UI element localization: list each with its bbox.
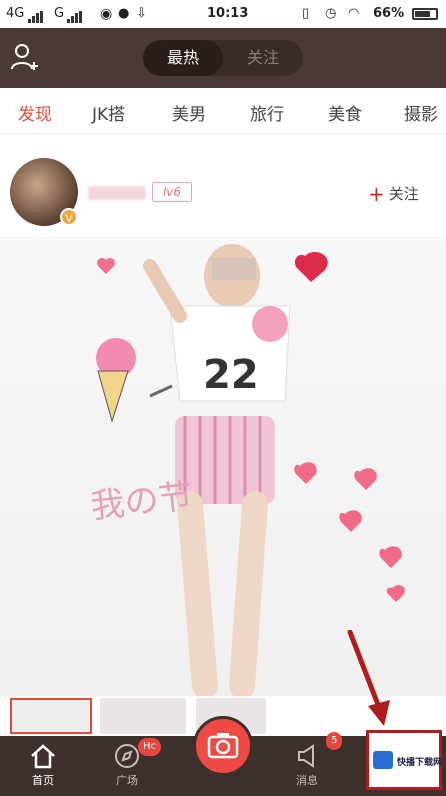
vibrate-icon: ▯ [302, 6, 310, 21]
verified-badge: V [60, 208, 78, 226]
compass-icon [115, 744, 139, 768]
app-notification-icon: ● [118, 6, 130, 21]
jersey-number: 22 [203, 352, 259, 398]
nav-home-label: 首页 [32, 774, 54, 787]
clock: 10:13 [207, 6, 249, 21]
plus-icon: + [368, 182, 385, 206]
photo-illustration: 22 我の节 [89, 244, 405, 696]
top-header: 最热 关注 [0, 28, 446, 88]
tab-following[interactable]: 关注 [223, 40, 303, 76]
wifi-icon: ◠ [348, 6, 360, 21]
tab-hot[interactable]: 最热 [143, 40, 223, 76]
username-blurred[interactable] [88, 186, 146, 200]
status-bar: 4G G ◉ ● ⇩ 10:13 ▯ ◷ ◠ 66% [0, 0, 446, 28]
nav-square-label: 广场 [116, 774, 138, 787]
battery-percent: 66% [373, 6, 405, 21]
follow-button[interactable]: + 关注 [368, 182, 419, 206]
weibo-icon: ◉ [100, 6, 113, 22]
thumbnail-2[interactable] [100, 698, 186, 734]
signal-icon-1 [28, 8, 44, 23]
follow-label: 关注 [388, 185, 419, 203]
watermark-logo-icon [373, 751, 393, 769]
post-photo[interactable]: 22 我の节 [0, 236, 446, 696]
messages-badge: 5 [326, 732, 343, 750]
category-jk[interactable]: JK搭 [92, 100, 125, 125]
square-badge: Hc [138, 738, 162, 756]
add-user-icon[interactable] [10, 42, 40, 76]
home-icon [31, 744, 55, 769]
category-handsome[interactable]: 美男 [172, 100, 206, 125]
signal-icon-2 [67, 8, 83, 23]
thumbnail-1[interactable] [10, 698, 92, 734]
feed-switch: 最热 关注 [143, 40, 303, 76]
battery-icon [412, 8, 438, 20]
category-food[interactable]: 美食 [328, 100, 362, 125]
category-travel[interactable]: 旅行 [250, 100, 284, 125]
network-left: 4G [6, 6, 25, 21]
nav-home[interactable]: 首页 [8, 742, 78, 788]
camera-icon [207, 733, 239, 759]
message-icon [298, 744, 314, 768]
watermark-box: 快播下载网 [366, 730, 442, 790]
post-header: V lv6 + 关注 [0, 150, 446, 230]
level-badge: lv6 [152, 182, 192, 202]
watermark-text: 快播下载网 [397, 758, 443, 768]
nav-messages-label: 消息 [296, 774, 318, 787]
alarm-icon: ◷ [325, 6, 337, 21]
category-discover[interactable]: 发现 [18, 100, 52, 125]
category-bar: 发现 JK搭 美男 旅行 美食 摄影 [0, 88, 446, 134]
network-mid: G [54, 6, 65, 21]
download-icon: ⇩ [136, 6, 147, 21]
camera-button[interactable] [193, 716, 253, 776]
category-photography[interactable]: 摄影 [404, 100, 438, 125]
